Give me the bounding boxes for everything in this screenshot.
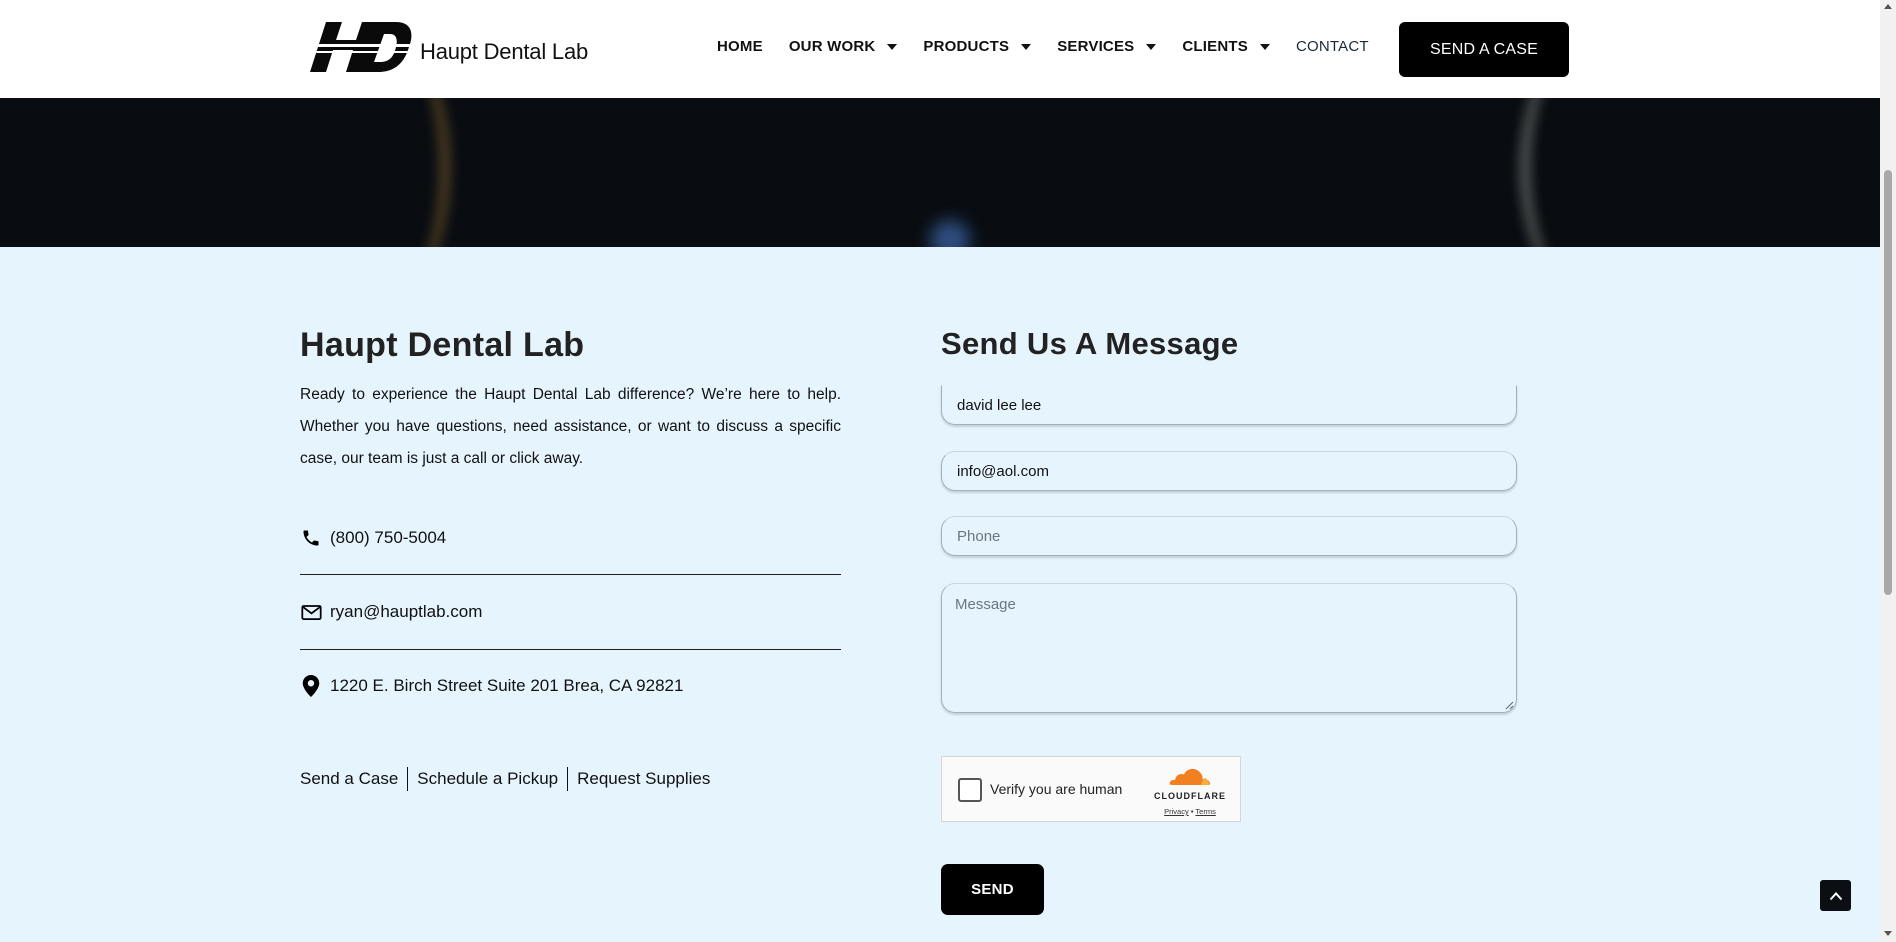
quick-links: Send a Case Schedule a Pickup Request Su… bbox=[300, 767, 710, 791]
nav-our-work-label: OUR WORK bbox=[788, 38, 876, 55]
phone-icon bbox=[300, 527, 322, 549]
link-separator bbox=[567, 767, 569, 791]
nav-our-work[interactable]: OUR WORK bbox=[789, 38, 898, 55]
caret-down-icon bbox=[1259, 43, 1270, 50]
send-button[interactable]: SEND bbox=[941, 864, 1044, 915]
site-logo[interactable]: Haupt Dental Lab bbox=[308, 20, 588, 74]
contact-intro: Ready to experience the Haupt Dental Lab… bbox=[300, 386, 841, 467]
hd-logo-mark bbox=[308, 22, 412, 72]
scroll-up-arrow-icon[interactable] bbox=[1884, 4, 1892, 9]
caret-down-icon bbox=[1146, 43, 1157, 50]
resize-grip-icon[interactable] bbox=[1504, 700, 1514, 710]
captcha-privacy-link[interactable]: Privacy bbox=[1164, 807, 1189, 816]
captcha-terms-link[interactable]: Terms bbox=[1195, 807, 1215, 816]
message-form: Send Us A Message Verify you are human C… bbox=[941, 326, 1517, 915]
address-row[interactable]: 1220 E. Birch Street Suite 201 Brea, CA … bbox=[300, 671, 683, 701]
link-separator bbox=[407, 767, 409, 791]
chevron-up-icon bbox=[1829, 891, 1842, 900]
send-a-case-button[interactable]: SEND A CASE bbox=[1399, 22, 1569, 77]
divider bbox=[300, 574, 841, 575]
verify-checkbox[interactable] bbox=[958, 778, 982, 802]
email-address: ryan@hauptlab.com bbox=[330, 602, 483, 621]
cloudflare-logo: CLOUDFLARE Privacy • Terms bbox=[1150, 767, 1230, 816]
hero-banner bbox=[0, 98, 1880, 247]
phone-number: (800) 750-5004 bbox=[330, 528, 447, 547]
logo-text: Haupt Dental Lab bbox=[420, 39, 589, 64]
caret-down-icon bbox=[887, 43, 898, 50]
divider bbox=[300, 649, 841, 650]
form-title: Send Us A Message bbox=[941, 326, 1239, 361]
captcha-dot: • bbox=[1190, 807, 1194, 816]
site-header: Haupt Dental Lab HOME OUR WORK PRODUCTS … bbox=[0, 0, 1880, 98]
street-address: 1220 E. Birch Street Suite 201 Brea, CA … bbox=[330, 676, 684, 695]
nav-contact[interactable]: CONTACT bbox=[1296, 38, 1369, 55]
email-field[interactable] bbox=[941, 451, 1517, 491]
nav-products[interactable]: PRODUCTS bbox=[923, 38, 1032, 55]
scrollbar-thumb[interactable] bbox=[1884, 170, 1892, 595]
nav-products-label: PRODUCTS bbox=[923, 38, 1010, 55]
nav-home-label: HOME bbox=[717, 38, 763, 55]
contact-info: Haupt Dental Lab Ready to experience the… bbox=[300, 326, 841, 791]
phone-field[interactable] bbox=[941, 516, 1517, 556]
captcha-label: Verify you are human bbox=[990, 781, 1123, 797]
link-send-a-case[interactable]: Send a Case bbox=[300, 769, 398, 789]
envelope-icon bbox=[300, 601, 322, 623]
cloudflare-turnstile: Verify you are human CLOUDFLARE Privacy … bbox=[941, 756, 1241, 822]
message-field[interactable] bbox=[941, 583, 1517, 713]
main-nav: HOME OUR WORK PRODUCTS SERVICES CLIENTS … bbox=[717, 38, 1395, 55]
phone-row[interactable]: (800) 750-5004 bbox=[300, 523, 446, 553]
hero-decoration bbox=[930, 220, 970, 247]
contact-title: Haupt Dental Lab bbox=[300, 326, 585, 364]
cloudflare-wordmark: CLOUDFLARE bbox=[1154, 791, 1226, 801]
nav-services[interactable]: SERVICES bbox=[1057, 38, 1157, 55]
nav-services-label: SERVICES bbox=[1057, 38, 1135, 55]
cloud-icon bbox=[1169, 768, 1211, 785]
link-request-supplies[interactable]: Request Supplies bbox=[577, 769, 710, 789]
nav-clients[interactable]: CLIENTS bbox=[1182, 38, 1270, 55]
nav-home[interactable]: HOME bbox=[717, 38, 763, 55]
scroll-down-arrow-icon[interactable] bbox=[1884, 931, 1892, 936]
map-pin-icon bbox=[300, 675, 322, 697]
email-row[interactable]: ryan@hauptlab.com bbox=[300, 597, 482, 627]
back-to-top-button[interactable] bbox=[1820, 880, 1851, 911]
hero-decoration bbox=[330, 98, 450, 247]
hero-decoration bbox=[1520, 98, 1660, 247]
caret-down-icon bbox=[1021, 43, 1032, 50]
link-schedule-pickup[interactable]: Schedule a Pickup bbox=[417, 769, 558, 789]
nav-contact-label: CONTACT bbox=[1295, 38, 1369, 55]
page-scrollbar[interactable] bbox=[1880, 0, 1896, 942]
nav-clients-label: CLIENTS bbox=[1182, 38, 1248, 55]
captcha-links: Privacy • Terms bbox=[1150, 807, 1230, 816]
name-field[interactable] bbox=[941, 385, 1517, 425]
